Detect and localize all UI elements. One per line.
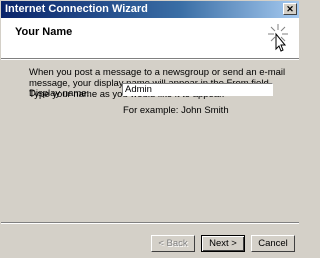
footer-divider [1,222,299,224]
next-button[interactable]: Next > [201,235,245,252]
title-bar[interactable]: Internet Connection Wizard ✕ [1,1,299,18]
wizard-wand-icon [268,24,288,52]
display-name-input[interactable] [122,83,273,96]
cancel-button[interactable]: Cancel [251,235,295,252]
close-button[interactable]: ✕ [283,3,297,15]
window-title: Internet Connection Wizard [5,3,148,15]
back-button[interactable]: < Back [151,235,195,252]
display-name-label: Display name: [29,88,90,99]
example-text: For example: John Smith [123,105,229,116]
page-title: Your Name [15,26,73,38]
wizard-header: Your Name [1,18,299,59]
wizard-window: Internet Connection Wizard ✕ Your Name W… [0,0,300,258]
header-divider [1,59,299,60]
